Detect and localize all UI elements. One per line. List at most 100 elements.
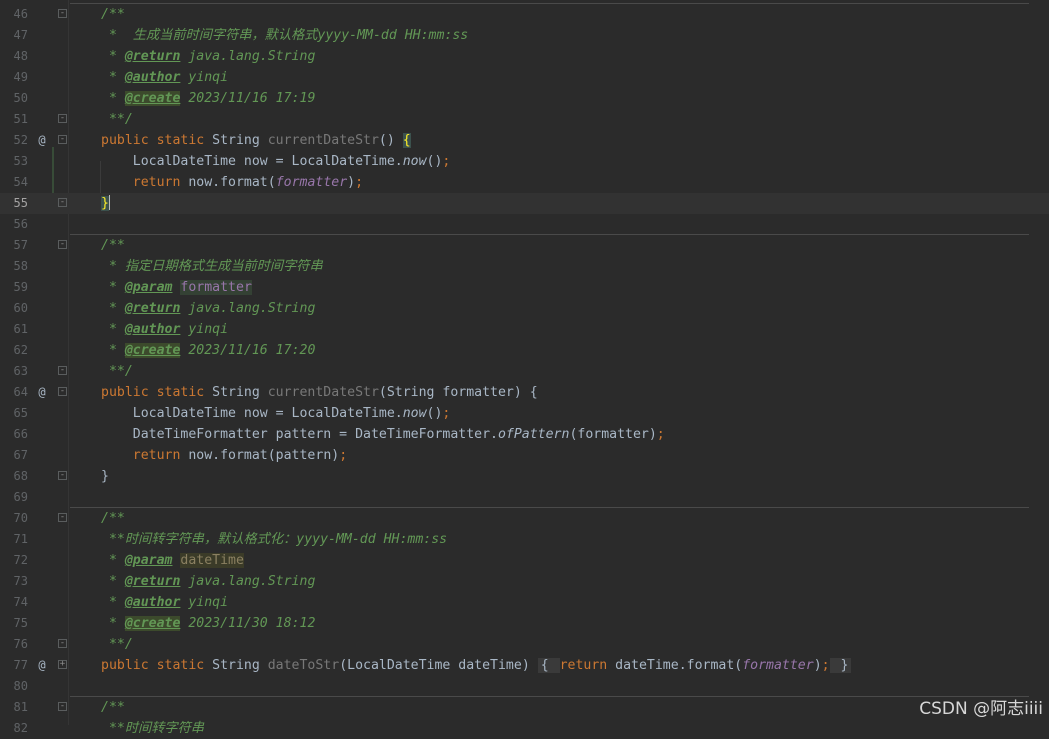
code-line[interactable]: 75 * @create 2023/11/30 18:12: [0, 613, 1049, 634]
code-text[interactable]: **时间转字符串，默认格式化：yyyy-MM-dd HH:mm:ss: [101, 529, 447, 550]
code-line[interactable]: 54 return now.format(formatter);: [0, 172, 1049, 193]
code-text[interactable]: **/: [101, 634, 133, 655]
override-marker-icon[interactable]: @: [36, 130, 48, 151]
code-text[interactable]: * 指定日期格式生成当前时间字符串: [101, 256, 323, 277]
code-token: dateTime: [180, 553, 244, 568]
code-line[interactable]: 77 @ + public static String dateToStr(Local…: [0, 655, 1049, 676]
code-text[interactable]: }: [101, 466, 109, 487]
code-text[interactable]: * @param formatter: [101, 277, 252, 298]
code-line[interactable]: 47 * 生成当前时间字符串，默认格式yyyy-MM-dd HH:mm:ss: [0, 25, 1049, 46]
code-text[interactable]: * @return java.lang.String: [101, 46, 315, 67]
code-token: @param: [124, 553, 173, 568]
code-token: }: [101, 196, 109, 211]
code-line[interactable]: 48 * @return java.lang.String: [0, 46, 1049, 67]
fold-collapse-icon[interactable]: -: [58, 513, 67, 522]
fold-collapse-icon[interactable]: -: [58, 366, 67, 375]
code-line[interactable]: 50 * @create 2023/11/16 17:19: [0, 88, 1049, 109]
code-text[interactable]: * @param dateTime: [101, 550, 244, 571]
code-line[interactable]: 53 LocalDateTime now = LocalDateTime.now…: [0, 151, 1049, 172]
line-number: 50: [13, 91, 28, 105]
code-line[interactable]: 46 - /**: [0, 4, 1049, 25]
code-line[interactable]: 63 - **/: [0, 361, 1049, 382]
code-line[interactable]: 61 * @author yinqi: [0, 319, 1049, 340]
code-text[interactable]: * @create 2023/11/16 17:19: [101, 88, 315, 109]
fold-collapse-icon[interactable]: -: [58, 471, 67, 480]
code-text[interactable]: * @author yinqi: [101, 67, 228, 88]
fold-collapse-icon[interactable]: -: [58, 639, 67, 648]
code-token: *: [101, 280, 125, 295]
code-line[interactable]: 51 - **/: [0, 109, 1049, 130]
line-number: 46: [13, 7, 28, 21]
code-line[interactable]: 64 @ - public static String currentDateStr(…: [0, 382, 1049, 403]
code-text[interactable]: /**: [101, 235, 125, 256]
line-number: 56: [13, 217, 28, 231]
code-line[interactable]: 59 * @param formatter: [0, 277, 1049, 298]
code-editor[interactable]: 46 - /** 47 * 生成当前时间字符串，默认格式yyyy-MM-dd HH:m…: [0, 0, 1049, 736]
code-text[interactable]: * @author yinqi: [101, 319, 228, 340]
code-line[interactable]: 65 LocalDateTime now = LocalDateTime.now…: [0, 403, 1049, 424]
code-token: *: [101, 49, 125, 64]
code-token: **/: [101, 112, 133, 127]
code-token: @return: [124, 574, 181, 589]
code-text[interactable]: /**: [101, 697, 125, 718]
code-line[interactable]: 68 -}: [0, 466, 1049, 487]
code-token: currentDateStr: [267, 133, 379, 148]
code-line[interactable]: 60 * @return java.lang.String: [0, 298, 1049, 319]
code-line[interactable]: 56: [0, 214, 1049, 235]
code-text[interactable]: * @author yinqi: [101, 592, 228, 613]
override-marker-icon[interactable]: @: [36, 655, 48, 676]
code-line[interactable]: 71 **时间转字符串，默认格式化：yyyy-MM-dd HH:mm:ss: [0, 529, 1049, 550]
code-text[interactable]: LocalDateTime now = LocalDateTime.now();: [101, 151, 451, 172]
code-text[interactable]: * 生成当前时间字符串，默认格式yyyy-MM-dd HH:mm:ss: [101, 25, 468, 46]
fold-collapse-icon[interactable]: -: [58, 114, 67, 123]
code-text[interactable]: * @return java.lang.String: [101, 571, 315, 592]
code-text[interactable]: * @return java.lang.String: [101, 298, 315, 319]
fold-collapse-icon[interactable]: -: [58, 702, 67, 711]
code-token: String: [212, 385, 268, 400]
code-line[interactable]: 58 * 指定日期格式生成当前时间字符串: [0, 256, 1049, 277]
code-text[interactable]: **时间转字符串: [101, 718, 204, 739]
code-line[interactable]: 80: [0, 676, 1049, 697]
code-text[interactable]: }: [101, 193, 110, 214]
fold-collapse-icon[interactable]: -: [58, 240, 67, 249]
code-line[interactable]: 70 - /**: [0, 508, 1049, 529]
code-line[interactable]: 49 * @author yinqi: [0, 67, 1049, 88]
code-line[interactable]: 67 return now.format(pattern);: [0, 445, 1049, 466]
code-text[interactable]: * @create 2023/11/30 18:12: [101, 613, 315, 634]
code-text[interactable]: LocalDateTime now = LocalDateTime.now();: [101, 403, 451, 424]
code-line[interactable]: 73 * @return java.lang.String: [0, 571, 1049, 592]
line-number: 59: [13, 280, 28, 294]
code-text[interactable]: return now.format(pattern);: [101, 445, 347, 466]
code-token: *: [101, 301, 125, 316]
code-line[interactable]: 82 **时间转字符串: [0, 718, 1049, 739]
code-line[interactable]: 76 - **/: [0, 634, 1049, 655]
code-line[interactable]: 72 * @param dateTime: [0, 550, 1049, 571]
code-line[interactable]: 52 @ - public static String currentDateStr(…: [0, 130, 1049, 151]
fold-collapse-icon[interactable]: -: [58, 135, 67, 144]
fold-expand-icon[interactable]: +: [58, 660, 67, 669]
code-text[interactable]: DateTimeFormatter pattern = DateTimeForm…: [101, 424, 665, 445]
code-line[interactable]: 66 DateTimeFormatter pattern = DateTimeF…: [0, 424, 1049, 445]
code-text[interactable]: * @create 2023/11/16 17:20: [101, 340, 315, 361]
code-token: ): [347, 175, 356, 190]
code-text[interactable]: **/: [101, 109, 133, 130]
code-line[interactable]: 62 * @create 2023/11/16 17:20: [0, 340, 1049, 361]
code-line[interactable]: 55 -}: [0, 193, 1049, 214]
fold-collapse-icon[interactable]: -: [58, 9, 67, 18]
fold-collapse-icon[interactable]: -: [58, 198, 67, 207]
code-text[interactable]: public static String currentDateStr(Stri…: [101, 382, 538, 403]
code-text[interactable]: public static String currentDateStr() {: [101, 130, 411, 151]
code-line[interactable]: 74 * @author yinqi: [0, 592, 1049, 613]
code-text[interactable]: return now.format(formatter);: [101, 172, 363, 193]
code-token: /**: [101, 7, 125, 22]
code-line[interactable]: 69: [0, 487, 1049, 508]
code-text[interactable]: /**: [101, 508, 125, 529]
fold-collapse-icon[interactable]: -: [58, 387, 67, 396]
code-line[interactable]: 57 - /**: [0, 235, 1049, 256]
override-marker-icon[interactable]: @: [36, 382, 48, 403]
code-text[interactable]: public static String dateToStr(LocalDate…: [101, 655, 852, 676]
code-token: now: [402, 406, 427, 421]
code-text[interactable]: **/: [101, 361, 133, 382]
code-text[interactable]: /**: [101, 4, 125, 25]
code-line[interactable]: 81 - /**: [0, 697, 1049, 718]
